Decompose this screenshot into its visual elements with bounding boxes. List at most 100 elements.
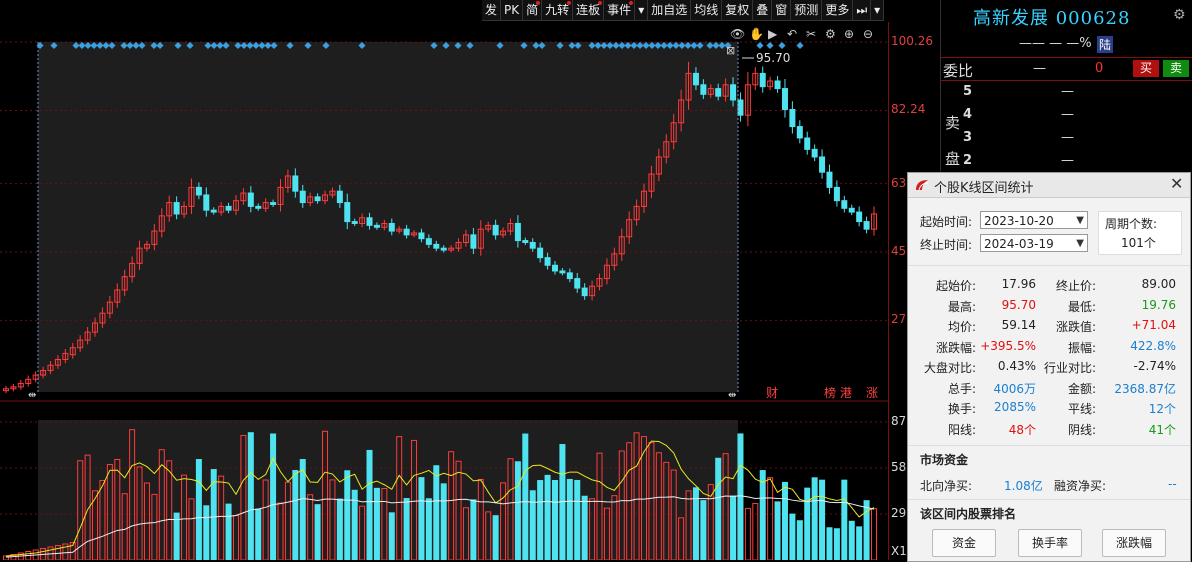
rank-change-button[interactable]: 涨跌幅 xyxy=(1102,529,1166,557)
zoom-in-icon[interactable]: ⊕ xyxy=(844,27,854,41)
range-close-icon[interactable]: ⊠ xyxy=(726,44,735,57)
period-count-value: 101个 xyxy=(1121,236,1156,250)
toolbar-item-1[interactable]: PK xyxy=(501,0,524,20)
ask-label-2: 盘 xyxy=(945,150,961,168)
volume-bar xyxy=(529,490,536,560)
toolbar-item-15[interactable]: ▾ xyxy=(871,0,885,20)
ask-row-price: — xyxy=(1061,130,1074,145)
rank-capital-button[interactable]: 资金 xyxy=(932,529,996,557)
toolbar-item-9[interactable]: 复权 xyxy=(722,0,754,20)
stock-title: 高新发展 000628 xyxy=(973,4,1130,30)
stock-code: 000628 xyxy=(1055,8,1131,29)
selected-range-highlight xyxy=(38,42,738,392)
buy-button[interactable]: 买 xyxy=(1133,60,1159,77)
rank-turnover-button[interactable]: 换手率 xyxy=(1018,529,1082,557)
volume-bar xyxy=(418,477,425,560)
eye-icon[interactable]: 👁 xyxy=(730,27,745,41)
gear-icon[interactable]: ⚙ xyxy=(825,27,836,41)
toolbar-item-2[interactable]: 简 xyxy=(523,0,543,20)
candle-body xyxy=(789,108,796,128)
toolbar-item-3[interactable]: 九转 xyxy=(542,0,574,20)
north-label: 北向净买: xyxy=(920,479,973,493)
volume-chart[interactable] xyxy=(0,404,888,560)
stat-label: 平线: xyxy=(1067,402,1096,416)
gear-icon[interactable]: ⚙ xyxy=(1173,7,1186,23)
candle-body xyxy=(811,148,818,158)
candle-body xyxy=(373,224,380,228)
candle-body xyxy=(737,99,744,116)
undo-icon[interactable]: ↶ xyxy=(787,27,797,41)
weibi-value: 0 xyxy=(1095,61,1104,76)
connect-badge[interactable]: 陆 xyxy=(1097,36,1114,53)
signal-diamond xyxy=(796,41,804,50)
event-tag[interactable]: 涨 xyxy=(866,385,878,400)
event-tag[interactable]: 财 xyxy=(766,386,778,400)
toolbar-item-7[interactable]: 加自选 xyxy=(648,0,692,20)
ask-row-level: 5 xyxy=(963,84,973,99)
start-time-label: 起始时间: xyxy=(920,215,973,229)
candle-body xyxy=(292,175,299,192)
max-price-label: 95.70 xyxy=(756,51,790,65)
fund-section-title: 市场资金 xyxy=(920,453,969,467)
end-date-value: 2024-03-19 xyxy=(984,237,1054,251)
ask-row-price: — xyxy=(1061,107,1074,122)
end-date-select[interactable]: 2024-03-19 ▼ xyxy=(980,234,1088,252)
candle-body xyxy=(366,217,373,226)
toolbar-item-10[interactable]: 叠 xyxy=(753,0,773,20)
volume-bar xyxy=(514,461,521,560)
candle-body xyxy=(804,137,811,150)
volume-bar xyxy=(366,449,373,560)
toolbar-item-8[interactable]: 均线 xyxy=(691,0,723,20)
ask-row-level: 2 xyxy=(963,153,973,168)
play-icon[interactable]: ▶ xyxy=(768,27,778,41)
candle-body xyxy=(225,205,232,211)
candle-body xyxy=(781,88,788,110)
hand-icon[interactable]: ✋ xyxy=(749,27,764,41)
stat-value: 41个 xyxy=(1148,422,1176,437)
candle-body xyxy=(566,272,573,280)
stat-label: 涨跌值: xyxy=(1055,320,1096,334)
event-tag[interactable]: 榜 xyxy=(824,385,836,400)
event-tag[interactable]: 港 xyxy=(840,386,852,400)
volume-bar xyxy=(373,487,380,560)
max-price-marker: 95.70 xyxy=(742,51,790,65)
toolbar-item-6[interactable]: ▾ xyxy=(635,0,649,20)
stat-value: 2368.87亿 xyxy=(1114,381,1176,396)
zoom-out-icon[interactable]: ⊖ xyxy=(863,27,873,41)
volume-bar xyxy=(247,432,254,560)
volume-bar xyxy=(581,495,588,560)
toolbar-item-13[interactable]: 更多 xyxy=(822,0,854,20)
toolbar-item-0[interactable]: 发 xyxy=(482,0,502,20)
candle-body xyxy=(418,232,425,240)
candle-body xyxy=(433,243,440,249)
toolbar-item-12[interactable]: 预测 xyxy=(791,0,823,20)
scissors-icon[interactable]: ✂ xyxy=(806,27,816,41)
weibi-dash: — xyxy=(1033,61,1046,76)
candle-body xyxy=(796,126,803,139)
stock-name: 高新发展 xyxy=(973,8,1049,29)
volume-bar xyxy=(195,459,202,560)
toolbar-item-4[interactable]: 连板 xyxy=(573,0,605,20)
close-icon[interactable]: ✕ xyxy=(1170,174,1183,193)
toolbar-item-5[interactable]: 事件 xyxy=(604,0,636,20)
toolbar-item-11[interactable]: 窗 xyxy=(772,0,792,20)
volume-bar xyxy=(470,499,477,560)
volume-bar xyxy=(774,501,781,560)
sell-button[interactable]: 卖 xyxy=(1163,60,1189,77)
candlestick-chart[interactable]: 95.70 👁 ✋ ▶ ↶ ✂ ⚙ ⊕ ⊖ ⊠ ⇹ ⇹ 财 榜港涨 xyxy=(0,22,888,402)
range-left-handle[interactable]: ⇹ xyxy=(28,390,36,401)
volume-bar xyxy=(796,520,803,560)
candle-body xyxy=(537,247,544,259)
stat-value: 89.00 xyxy=(1141,277,1176,291)
volume-bar xyxy=(752,503,759,560)
stat-label: 阳线: xyxy=(947,422,976,437)
range-right-handle[interactable]: ⇹ xyxy=(728,390,736,401)
volume-bar xyxy=(730,495,737,560)
app-logo-icon xyxy=(916,180,929,191)
start-date-select[interactable]: 2023-10-20 ▼ xyxy=(980,211,1088,229)
candle-body xyxy=(848,207,855,213)
volume-bar xyxy=(767,477,774,560)
candle-body xyxy=(581,287,588,297)
rank-section-title: 该区间内股票排名 xyxy=(920,507,1017,521)
toolbar-item-14[interactable]: ⏭ xyxy=(853,0,872,20)
